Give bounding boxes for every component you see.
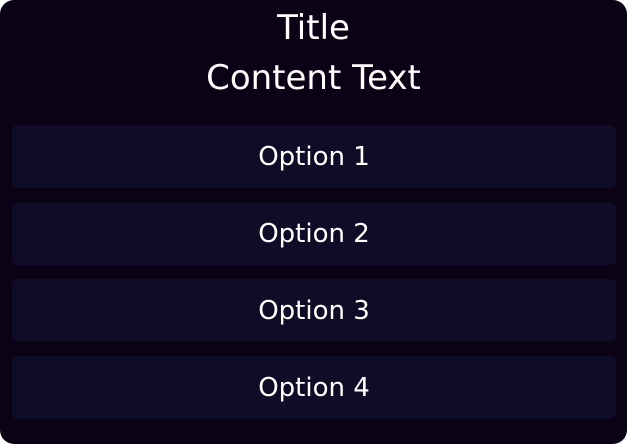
option-2-button[interactable]: Option 2 xyxy=(12,202,616,265)
option-4-button[interactable]: Option 4 xyxy=(12,356,616,419)
option-3-button[interactable]: Option 3 xyxy=(12,279,616,342)
option-1-button[interactable]: Option 1 xyxy=(12,125,616,188)
dialog-panel: Title Content Text Option 1 Option 2 Opt… xyxy=(0,0,627,444)
dialog-content-text: Content Text xyxy=(206,58,421,98)
dialog-title: Title xyxy=(277,8,350,48)
options-list: Option 1 Option 2 Option 3 Option 4 xyxy=(12,125,616,419)
